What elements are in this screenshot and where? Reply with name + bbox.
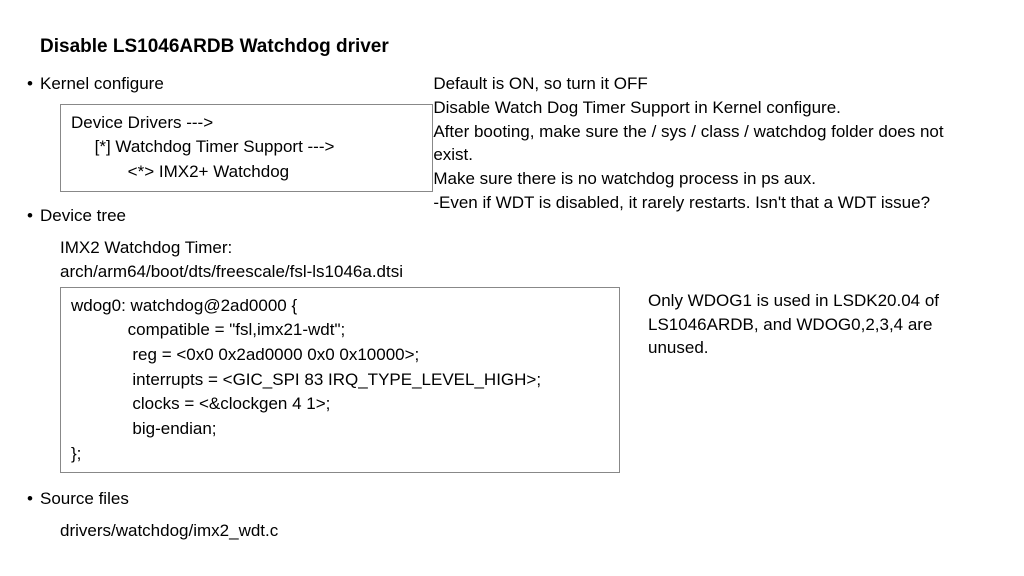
left-column: • Kernel configure Device Drivers ---> [… xyxy=(40,72,433,285)
bullet-kernel: • Kernel configure xyxy=(20,72,433,96)
bullet-dot-icon: • xyxy=(20,72,40,96)
wdog-note: Only WDOG1 is used in LSDK20.04 of LS104… xyxy=(648,287,968,360)
devicetree-box: wdog0: watchdog@2ad0000 { compatible = "… xyxy=(60,287,620,473)
bullet-dot-icon: • xyxy=(20,204,40,228)
source-section: • Source files drivers/watchdog/imx2_wdt… xyxy=(40,487,984,543)
top-row: • Kernel configure Device Drivers ---> [… xyxy=(40,72,984,285)
kernel-config-box: Device Drivers ---> [*] Watchdog Timer S… xyxy=(60,104,433,192)
devicetree-intro2: arch/arm64/boot/dts/freescale/fsl-ls1046… xyxy=(60,260,433,285)
bullet-devicetree-label: Device tree xyxy=(40,204,126,228)
source-path: drivers/watchdog/imx2_wdt.c xyxy=(60,519,984,544)
bullet-source: • Source files xyxy=(20,487,984,511)
devicetree-intro1: IMX2 Watchdog Timer: xyxy=(60,236,433,261)
devicetree-box-wrap: wdog0: watchdog@2ad0000 { compatible = "… xyxy=(40,287,620,473)
bullet-source-label: Source files xyxy=(40,487,129,511)
devicetree-row: wdog0: watchdog@2ad0000 { compatible = "… xyxy=(40,287,984,473)
page-title: Disable LS1046ARDB Watchdog driver xyxy=(40,36,984,58)
bullet-devicetree: • Device tree xyxy=(20,204,433,228)
main-note: Default is ON, so turn it OFF Disable Wa… xyxy=(433,72,984,215)
bullet-kernel-label: Kernel configure xyxy=(40,72,164,96)
bullet-dot-icon: • xyxy=(20,487,40,511)
